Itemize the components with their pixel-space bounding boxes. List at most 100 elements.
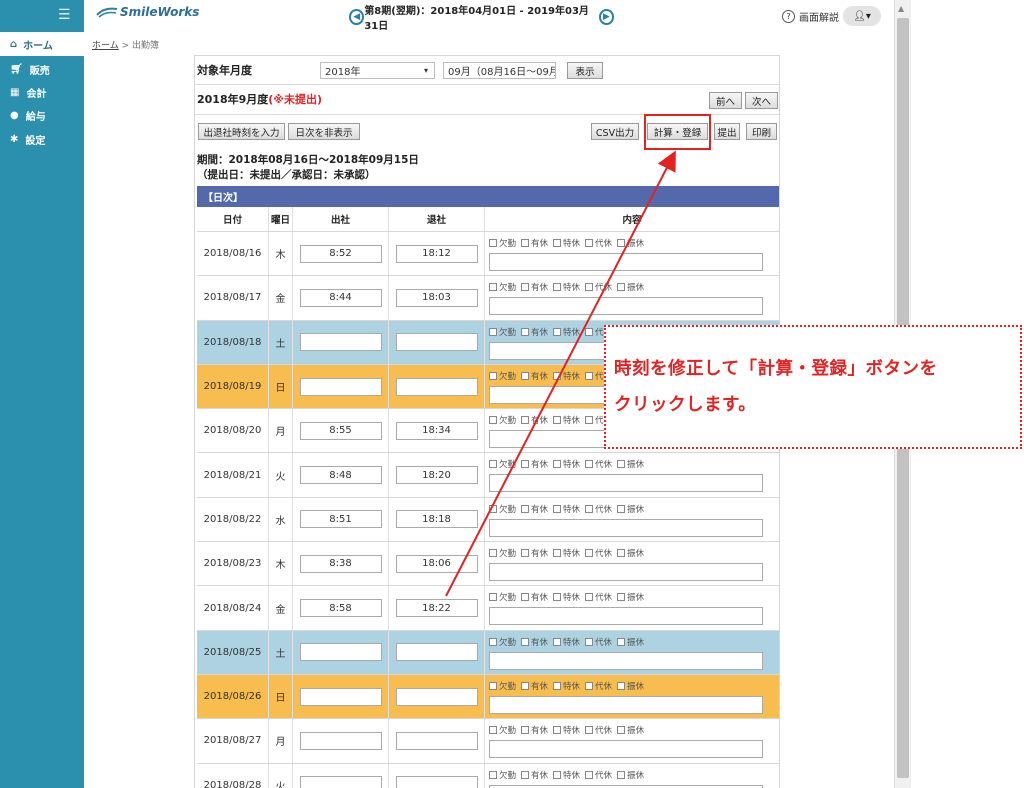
prev-month-button[interactable]: 前へ xyxy=(709,92,742,109)
absence-checkbox[interactable]: 代休 xyxy=(585,281,612,293)
absence-checkbox[interactable]: 振休 xyxy=(617,281,644,293)
absence-checkbox[interactable]: 特休 xyxy=(553,458,580,470)
clock-out-input[interactable] xyxy=(395,776,478,788)
clock-in-input[interactable] xyxy=(299,643,382,662)
absence-checkbox[interactable]: 欠勤 xyxy=(489,591,516,603)
note-input[interactable] xyxy=(489,740,763,759)
clock-in-input[interactable] xyxy=(299,731,382,750)
clock-out-input[interactable]: 18:12 xyxy=(395,244,478,263)
absence-checkbox[interactable]: 特休 xyxy=(553,591,580,603)
clock-in-input[interactable] xyxy=(299,687,382,706)
absence-checkbox[interactable]: 有休 xyxy=(521,636,548,648)
absence-checkbox[interactable]: 有休 xyxy=(521,370,548,382)
absence-checkbox[interactable]: 欠勤 xyxy=(489,237,516,249)
clock-out-input[interactable] xyxy=(395,731,478,750)
clock-out-input[interactable]: 18:03 xyxy=(395,288,478,307)
note-input[interactable] xyxy=(489,474,763,493)
clock-out-input[interactable] xyxy=(395,333,478,352)
absence-checkbox[interactable]: 特休 xyxy=(553,414,580,426)
absence-checkbox[interactable]: 特休 xyxy=(553,769,580,781)
clock-out-input[interactable] xyxy=(395,377,478,396)
clock-in-input[interactable]: 8:48 xyxy=(299,466,382,485)
csv-export-button[interactable]: CSV出力 xyxy=(591,123,639,140)
clock-out-input[interactable]: 18:20 xyxy=(395,466,478,485)
absence-checkbox[interactable]: 代休 xyxy=(585,636,612,648)
absence-checkbox[interactable]: 代休 xyxy=(585,680,612,692)
absence-checkbox[interactable]: 特休 xyxy=(553,724,580,736)
absence-checkbox[interactable]: 有休 xyxy=(521,547,548,559)
note-input[interactable] xyxy=(489,607,763,626)
absence-checkbox[interactable]: 特休 xyxy=(553,326,580,338)
absence-checkbox[interactable]: 特休 xyxy=(553,547,580,559)
absence-checkbox[interactable]: 有休 xyxy=(521,326,548,338)
absence-checkbox[interactable]: 欠勤 xyxy=(489,636,516,648)
month-select[interactable]: 09月（08月16日～09月15日） xyxy=(443,62,556,79)
absence-checkbox[interactable]: 特休 xyxy=(553,680,580,692)
absence-checkbox[interactable]: 欠勤 xyxy=(489,281,516,293)
absence-checkbox[interactable]: 有休 xyxy=(521,769,548,781)
absence-checkbox[interactable]: 振休 xyxy=(617,724,644,736)
note-input[interactable] xyxy=(489,297,763,316)
clock-in-input[interactable]: 8:52 xyxy=(299,244,382,263)
absence-checkbox[interactable]: 代休 xyxy=(585,591,612,603)
clock-in-input[interactable]: 8:38 xyxy=(299,554,382,573)
clock-in-input[interactable] xyxy=(299,333,382,352)
absence-checkbox[interactable]: 欠勤 xyxy=(489,458,516,470)
next-month-button[interactable]: 次へ xyxy=(745,92,778,109)
scroll-up-icon[interactable]: ▲ xyxy=(898,4,904,13)
absence-checkbox[interactable]: 特休 xyxy=(553,281,580,293)
note-input[interactable] xyxy=(489,518,763,537)
absence-checkbox[interactable]: 代休 xyxy=(585,458,612,470)
sidebar-item-sales[interactable]: 🛒︎ 販売 xyxy=(0,58,84,80)
clock-out-input[interactable]: 18:34 xyxy=(395,421,478,440)
absence-checkbox[interactable]: 有休 xyxy=(521,458,548,470)
clock-out-input[interactable]: 18:18 xyxy=(395,510,478,529)
absence-checkbox[interactable]: 有休 xyxy=(521,503,548,515)
breadcrumb-home-link[interactable]: ホーム xyxy=(92,41,119,51)
show-button[interactable]: 表示 xyxy=(567,62,603,79)
absence-checkbox[interactable]: 振休 xyxy=(617,237,644,249)
sidebar-item-payroll[interactable]: ● 給与 xyxy=(0,104,84,126)
absence-checkbox[interactable]: 有休 xyxy=(521,237,548,249)
absence-checkbox[interactable]: 有休 xyxy=(521,591,548,603)
user-menu-button[interactable]: 👤︎▾ xyxy=(843,6,881,26)
app-logo[interactable]: SmileWorks xyxy=(96,5,199,19)
clock-out-input[interactable]: 18:22 xyxy=(395,599,478,618)
absence-checkbox[interactable]: 欠勤 xyxy=(489,370,516,382)
absence-checkbox[interactable]: 特休 xyxy=(553,237,580,249)
absence-checkbox[interactable]: 振休 xyxy=(617,769,644,781)
note-input[interactable] xyxy=(489,784,763,788)
absence-checkbox[interactable]: 欠勤 xyxy=(489,547,516,559)
absence-checkbox[interactable]: 代休 xyxy=(585,724,612,736)
absence-checkbox[interactable]: 振休 xyxy=(617,680,644,692)
note-input[interactable] xyxy=(489,563,763,582)
absence-checkbox[interactable]: 代休 xyxy=(585,769,612,781)
hamburger-menu-icon[interactable]: ☰ xyxy=(58,7,71,23)
previous-period-icon[interactable]: ◀ xyxy=(349,9,365,25)
help-link[interactable]: ? 画面解説 xyxy=(782,9,839,24)
absence-checkbox[interactable]: 特休 xyxy=(553,370,580,382)
absence-checkbox[interactable]: 振休 xyxy=(617,458,644,470)
clock-out-input[interactable] xyxy=(395,687,478,706)
absence-checkbox[interactable]: 欠勤 xyxy=(489,414,516,426)
absence-checkbox[interactable]: 振休 xyxy=(617,503,644,515)
note-input[interactable] xyxy=(489,253,763,271)
absence-checkbox[interactable]: 欠勤 xyxy=(489,326,516,338)
clock-in-input[interactable] xyxy=(299,776,382,788)
clock-in-input[interactable]: 8:58 xyxy=(299,599,382,618)
absence-checkbox[interactable]: 有休 xyxy=(521,724,548,736)
clock-in-input[interactable]: 8:44 xyxy=(299,288,382,307)
year-select[interactable]: 2018年 ▾ xyxy=(320,62,435,79)
absence-checkbox[interactable]: 特休 xyxy=(553,636,580,648)
absence-checkbox[interactable]: 特休 xyxy=(553,503,580,515)
absence-checkbox[interactable]: 代休 xyxy=(585,547,612,559)
sidebar-item-home[interactable]: ⌂ ホーム xyxy=(0,32,84,56)
clock-out-input[interactable] xyxy=(395,643,478,662)
sidebar-item-settings[interactable]: ✱ 設定 xyxy=(0,128,84,150)
clock-in-input[interactable]: 8:51 xyxy=(299,510,382,529)
absence-checkbox[interactable]: 振休 xyxy=(617,547,644,559)
hide-daily-button[interactable]: 日次を非表示 xyxy=(288,123,360,140)
clock-in-input[interactable]: 8:55 xyxy=(299,421,382,440)
sidebar-item-accounting[interactable]: ▦ 会計 xyxy=(0,81,84,103)
next-period-icon[interactable]: ▶ xyxy=(598,9,614,25)
